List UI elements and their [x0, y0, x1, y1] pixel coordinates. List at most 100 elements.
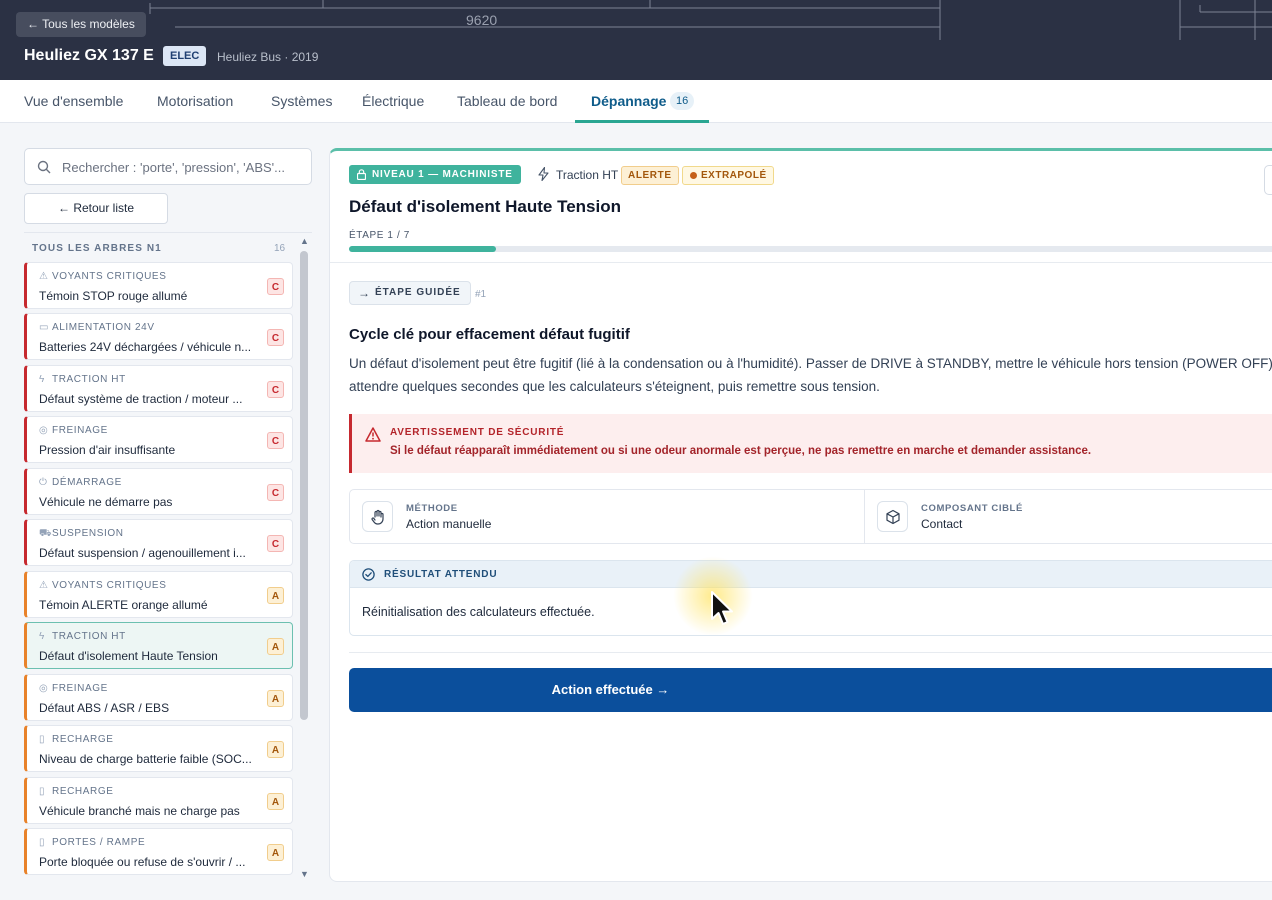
component-value: Contact [921, 517, 963, 531]
item-category: PORTES / RAMPE [52, 837, 146, 848]
method-value: Action manuelle [406, 517, 492, 531]
brake-icon: ◎ [39, 425, 49, 436]
item-category: ALIMENTATION 24V [52, 322, 155, 333]
list-item[interactable]: ⚠ VOYANTS CRITIQUES Témoin ALERTE orange … [24, 571, 293, 618]
warning-icon: ⚠ [39, 271, 49, 282]
list-item[interactable]: ▭ ALIMENTATION 24V Batteries 24V déchargé… [24, 313, 293, 360]
list-item[interactable]: ◎ FREINAGE Défaut ABS / ASR / EBS A [24, 674, 293, 721]
model-title: Heuliez GX 137 E [24, 47, 154, 64]
step-counter: ÉTAPE 1 / 7 [349, 230, 410, 241]
item-category: FREINAGE [52, 425, 108, 436]
step-progress-bar [349, 246, 1272, 252]
tab-engine[interactable]: Motorisation [157, 80, 233, 122]
warning-icon: ⚠ [39, 580, 49, 591]
component-cell: COMPOSANT CIBLÉ Contact [865, 490, 1272, 543]
item-title: Défaut ABS / ASR / EBS [39, 701, 170, 715]
active-tab-indicator [575, 120, 709, 123]
search-placeholder: Rechercher : 'porte', 'pression', 'ABS'.… [62, 160, 285, 175]
arrow-right-icon: → [358, 286, 371, 300]
tab-troubleshooting[interactable]: Dépannage [591, 80, 666, 122]
extrapolated-badge: EXTRAPOLÉ [682, 166, 774, 185]
level-badge: C [267, 535, 284, 552]
list-item[interactable]: ⚠ VOYANTS CRITIQUES Témoin STOP rouge all… [24, 262, 293, 309]
fault-title: Défaut d'isolement Haute Tension [349, 197, 621, 216]
list-item[interactable]: ⏻ DÉMARRAGE Véhicule ne démarre pas C [24, 468, 293, 515]
warning-title: AVERTISSEMENT DE SÉCURITÉ [390, 427, 565, 438]
list-item[interactable]: ▯ RECHARGE Véhicule branché mais ne charg… [24, 777, 293, 824]
item-category: RECHARGE [52, 734, 114, 745]
step-title: Cycle clé pour effacement défaut fugitif [349, 326, 630, 343]
list-item[interactable]: ⛟SUSPENSION Défaut suspension / agenouil… [24, 519, 293, 566]
step-number: #1 [475, 289, 487, 300]
item-category: VOYANTS CRITIQUES [52, 580, 167, 591]
top-header: 9620 ← Tous les modèles Heuliez GX 137 E… [0, 0, 1272, 80]
list-item-active[interactable]: ϟ TRACTION HT Défaut d'isolement Haute Te… [24, 622, 293, 669]
check-circle-icon [362, 568, 375, 581]
level-badge: A [267, 741, 284, 758]
item-title: Porte bloquée ou refuse de s'ouvrir / ..… [39, 855, 246, 869]
item-category: TRACTION HT [52, 374, 126, 385]
back-to-list-button[interactable]: ← Retour liste [24, 193, 168, 224]
door-icon: ▯ [39, 837, 46, 848]
alert-badge: ALERTE [621, 166, 679, 185]
lock-icon [357, 169, 366, 180]
level-badge: A [267, 638, 284, 655]
scroll-down-icon[interactable]: ▼ [300, 869, 309, 879]
level-badge: A [267, 690, 284, 707]
item-title: Témoin STOP rouge allumé [39, 289, 188, 303]
tab-electrical[interactable]: Électrique [362, 80, 424, 122]
sidebar-scrollbar[interactable]: ▲ ▼ [299, 236, 310, 882]
item-title: Batteries 24V déchargées / véhicule n... [39, 340, 252, 354]
bolt-icon: ϟ [39, 631, 45, 642]
level-badge: NIVEAU 1 — MACHINISTE [349, 165, 521, 184]
level-badge: A [267, 844, 284, 861]
panel-action-button[interactable] [1264, 165, 1272, 195]
safety-warning: AVERTISSEMENT DE SÉCURITÉ Si le défaut r… [349, 414, 1272, 473]
expected-result-card: RÉSULTAT ATTENDU Réinitialisation des ca… [349, 560, 1272, 636]
tab-systems[interactable]: Systèmes [271, 80, 332, 122]
expected-result-value: Réinitialisation des calculateurs effect… [362, 605, 595, 619]
back-to-models-button[interactable]: ← Tous les modèles [16, 12, 146, 37]
level-badge: C [267, 432, 284, 449]
status-dot-icon [690, 172, 697, 179]
item-category: RECHARGE [52, 786, 114, 797]
list-item[interactable]: ▯ PORTES / RAMPE Porte bloquée ou refuse … [24, 828, 293, 875]
car-icon: ⛟ [39, 528, 53, 539]
list-item[interactable]: ϟ TRACTION HT Défaut système de traction … [24, 365, 293, 412]
list-item[interactable]: ▯ RECHARGE Niveau de charge batterie faib… [24, 725, 293, 772]
level-badge: C [267, 278, 284, 295]
guided-step-tag: → ÉTAPE GUIDÉE [349, 281, 471, 305]
step-description: Un défaut d'isolement peut être fugitif … [349, 356, 1272, 394]
divider [24, 232, 312, 233]
level-badge: A [267, 793, 284, 810]
tab-overview[interactable]: Vue d'ensemble [24, 80, 123, 122]
list-item[interactable]: ◎ FREINAGE Pression d'air insuffisante C [24, 416, 293, 463]
panel-header: NIVEAU 1 — MACHINISTE Traction HT ALERTE… [330, 151, 1272, 263]
scroll-up-icon[interactable]: ▲ [300, 236, 309, 246]
divider [349, 652, 1272, 653]
method-cell: MÉTHODE Action manuelle [350, 490, 864, 543]
tab-dashboard[interactable]: Tableau de bord [457, 80, 557, 122]
item-title: Défaut d'isolement Haute Tension [39, 649, 218, 663]
brake-icon: ◎ [39, 683, 49, 694]
level-badge: C [267, 381, 284, 398]
item-title: Niveau de charge batterie faible (SOC... [39, 752, 252, 766]
method-label: MÉTHODE [406, 503, 458, 514]
search-icon [37, 160, 51, 174]
list-count: 16 [274, 243, 286, 254]
battery-icon: ▭ [39, 322, 50, 333]
action-done-button[interactable]: Action effectuée → [349, 668, 1272, 712]
scrollbar-thumb[interactable] [300, 251, 308, 720]
step-panel: NIVEAU 1 — MACHINISTE Traction HT ALERTE… [329, 148, 1272, 882]
item-title: Pression d'air insuffisante [39, 443, 176, 457]
method-card: MÉTHODE Action manuelle COMPOSANT CIBLÉ … [349, 489, 1272, 544]
search-input[interactable]: Rechercher : 'porte', 'pression', 'ABS'.… [24, 148, 312, 185]
item-category: TRACTION HT [52, 631, 126, 642]
level-badge: C [267, 329, 284, 346]
hand-icon [371, 509, 384, 525]
battery-icon: ▯ [39, 786, 46, 797]
tab-count-badge: 16 [670, 92, 695, 110]
item-title: Défaut système de traction / moteur ... [39, 392, 243, 406]
list-heading: TOUS LES ARBRES N1 [32, 243, 162, 254]
battery-icon: ▯ [39, 734, 46, 745]
